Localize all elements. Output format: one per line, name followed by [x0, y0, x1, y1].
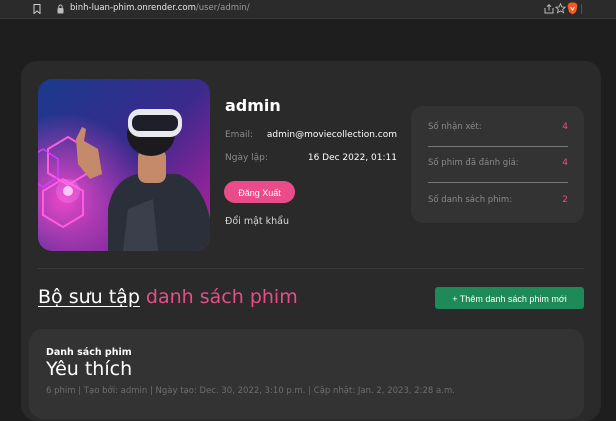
stat-value: 2	[562, 195, 568, 205]
logout-button[interactable]: Đăng Xuất	[224, 181, 295, 203]
section-divider	[37, 268, 584, 269]
add-movie-list-button[interactable]: + Thêm danh sách phim mới	[435, 287, 584, 309]
bookmark-star-icon[interactable]	[555, 3, 566, 14]
address-bar[interactable]: binh-luan-phim.onrender.com/user/admin/	[70, 3, 250, 13]
stat-label: Số danh sách phim:	[428, 195, 513, 205]
url-path: /user/admin/	[195, 3, 250, 13]
stat-label: Số phim đã đánh giá:	[428, 158, 519, 168]
stat-row-movie-lists: Số danh sách phim: 2	[428, 195, 568, 213]
movie-list-meta: 6 phim | Tạo bởi: admin | Ngày tạo: Dec.…	[46, 386, 455, 396]
avatar-image	[38, 79, 210, 251]
joined-date-value: 16 Dec 2022, 01:11	[307, 153, 397, 163]
bookmark-icon[interactable]	[33, 4, 41, 14]
stat-row-comments: Số nhận xét: 4	[428, 122, 568, 140]
url-host: binh-luan-phim.onrender.com	[70, 3, 196, 13]
stat-label: Số nhận xét:	[428, 122, 482, 132]
email-value: admin@moviecollection.com	[266, 130, 397, 140]
stat-divider	[428, 182, 568, 183]
stat-value: 4	[562, 158, 568, 168]
toolbar-separator	[581, 4, 582, 14]
stat-value: 4	[562, 122, 568, 132]
collection-heading-accent: danh sách phim	[145, 286, 298, 308]
stat-row-rated-movies: Số phim đã đánh giá: 4	[428, 158, 568, 176]
collection-heading-primary: Bộ sưu tập	[38, 286, 140, 308]
share-icon[interactable]	[544, 4, 554, 14]
joined-date-label: Ngày lập:	[225, 153, 268, 163]
email-label: Email:	[225, 130, 254, 140]
stat-divider	[428, 146, 568, 147]
lock-icon[interactable]	[57, 4, 64, 14]
movie-list-title[interactable]: Yêu thích	[46, 358, 132, 380]
browser-toolbar: binh-luan-phim.onrender.com/user/admin/	[0, 0, 616, 19]
collection-heading: Bộ sưu tập danh sách phim	[38, 286, 298, 308]
change-password-link[interactable]: Đổi mật khẩu	[225, 216, 289, 227]
profile-username: admin	[225, 96, 281, 115]
movie-list-category: Danh sách phim	[46, 347, 132, 358]
brave-shield-icon[interactable]	[567, 2, 578, 15]
avatar	[38, 79, 210, 251]
